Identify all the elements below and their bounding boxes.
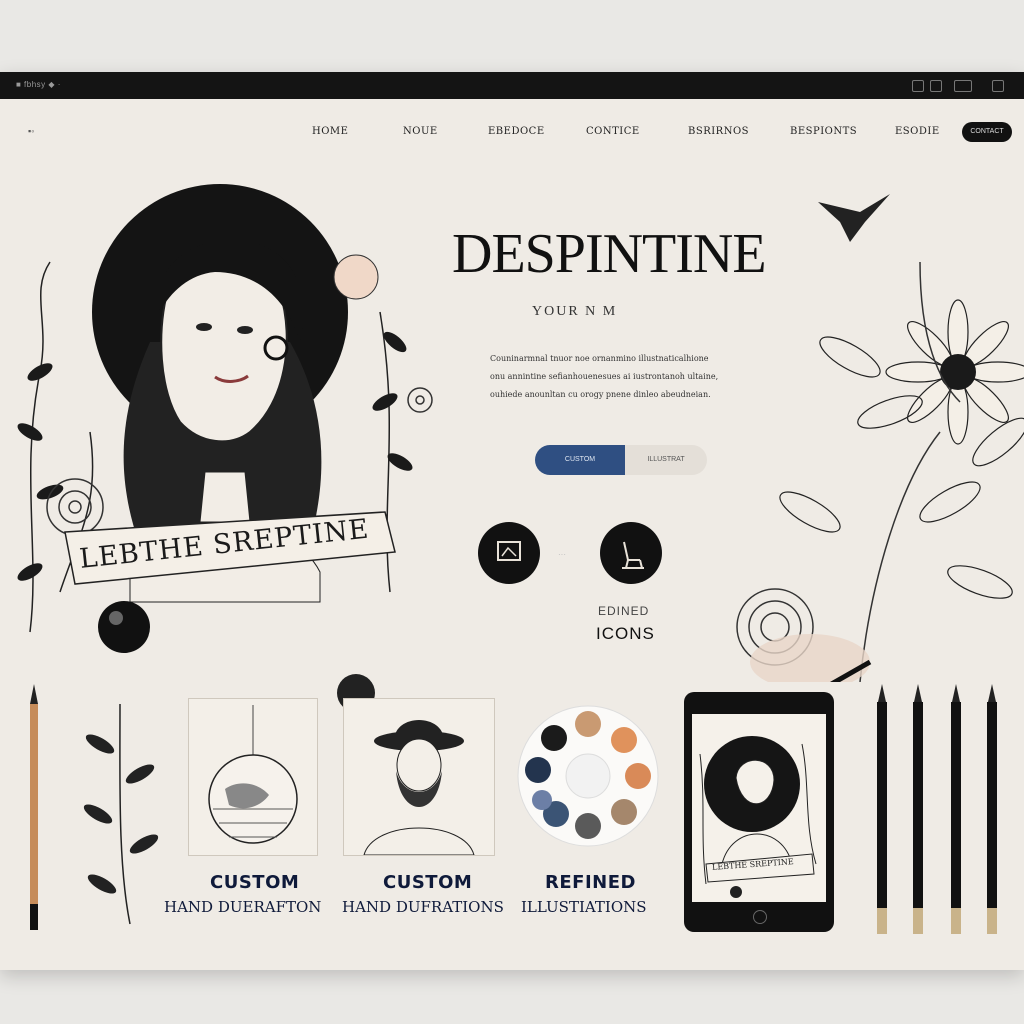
maximize-icon[interactable] bbox=[954, 80, 972, 92]
frame-icon-button[interactable] bbox=[478, 522, 540, 584]
pencil-left bbox=[30, 684, 38, 930]
card-2-caption: HAND DUFRATIONS bbox=[342, 898, 504, 916]
card-3-caption: ILLUSTIATIONS bbox=[521, 898, 647, 916]
hero-portrait-illustration bbox=[17, 184, 433, 653]
nav-esodie[interactable]: ESODIE bbox=[895, 126, 940, 137]
card-2-title: CUSTOM bbox=[383, 872, 473, 893]
nav-contice[interactable]: CONTICE bbox=[586, 126, 640, 137]
close-icon[interactable] bbox=[992, 80, 1004, 92]
icons-section-eyebrow: EDINED bbox=[598, 604, 650, 618]
leaf-sprig-illustration bbox=[83, 703, 159, 925]
globe-illustration-card[interactable] bbox=[188, 698, 318, 856]
secondary-cta-button[interactable]: ILLUSTRAT bbox=[625, 445, 707, 475]
minimize-icon[interactable] bbox=[912, 80, 924, 92]
card-1-title: CUSTOM bbox=[210, 872, 300, 893]
chair-icon-button[interactable] bbox=[600, 522, 662, 584]
portrait-illustration-card[interactable] bbox=[343, 698, 495, 856]
picture-frame-icon bbox=[497, 541, 521, 561]
nav-ebedoce[interactable]: EBEDOCE bbox=[488, 126, 545, 137]
window-titlebar: ■ fbhsy ◆ · bbox=[0, 72, 1024, 99]
nav-bsrirnos[interactable]: BSRIRNOS bbox=[688, 126, 749, 137]
tablet-home-button[interactable] bbox=[753, 910, 767, 924]
icon-separator: ··· bbox=[558, 550, 566, 559]
icons-section-label: ICONS bbox=[596, 624, 655, 643]
card-1-caption: HAND DUERAFTON bbox=[164, 898, 322, 916]
nav-bespionts[interactable]: BESPIONTS bbox=[790, 126, 857, 137]
tablet-device: LEBTHE SREPTINE bbox=[684, 692, 834, 932]
color-palette bbox=[517, 705, 659, 847]
window-title: ■ fbhsy ◆ · bbox=[16, 80, 61, 89]
nav-home[interactable]: HOME bbox=[312, 126, 348, 137]
nav-noue[interactable]: NOUE bbox=[403, 126, 438, 137]
browser-window: ■ fbhsy ◆ · ▪◦ HOME NOUE EBEDOCE CONTICE… bbox=[0, 72, 1024, 970]
pencil-set bbox=[877, 684, 997, 934]
tablet-screen[interactable]: LEBTHE SREPTINE bbox=[692, 714, 826, 902]
globe-illustration bbox=[208, 705, 298, 844]
hero-subtitle: YOUR N M bbox=[532, 304, 618, 319]
botanical-illustration-right bbox=[736, 194, 1024, 682]
card-3-title: REFINED bbox=[545, 872, 636, 893]
nav-contact-button[interactable]: CONTACT bbox=[962, 122, 1012, 142]
tablet-portrait-preview bbox=[699, 736, 817, 898]
chair-icon bbox=[622, 541, 644, 569]
logo-mark[interactable]: ▪◦ bbox=[28, 126, 34, 136]
bearded-man-illustration bbox=[363, 720, 475, 856]
primary-cta-button[interactable]: CUSTOM bbox=[535, 445, 625, 475]
restore-icon[interactable] bbox=[930, 80, 942, 92]
